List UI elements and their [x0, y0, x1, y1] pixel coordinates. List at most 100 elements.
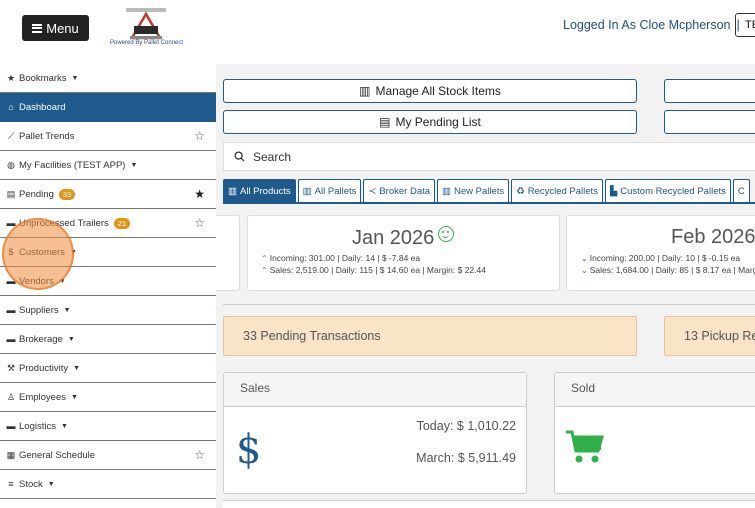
manage-stock-button[interactable]: ▥ Manage All Stock Items [223, 79, 637, 103]
sidebar-item-label: Unprocessed Trailers [19, 217, 109, 229]
sales-today: Today: $ 1,010.22 [416, 419, 516, 433]
top-bar: Menu Powered By Pallet Connect Logged In… [0, 0, 755, 64]
sidebar-item-employees[interactable]: ♙ Employees ▼ [0, 383, 216, 412]
sales-stats-text: Sales: 1,684.00 | Daily: 85 | $ 8.17 ea … [589, 265, 755, 275]
month-card-feb: Feb 2026 ⌄ Incoming: 200.00 | Daily: 10 |… [566, 215, 755, 291]
sidebar-item-suppliers[interactable]: ▬ Suppliers ▼ [0, 296, 216, 325]
month-card-jan: Jan 2026 ⌃ Incoming: 301.00 | Daily: 14 |… [247, 215, 560, 291]
bookmark-star-icon[interactable]: ☆ [194, 216, 205, 230]
star-icon: ★ [6, 73, 16, 83]
caret-down-icon: ▼ [73, 364, 81, 372]
sales-panel-title: Sales [224, 373, 526, 407]
sidebar-item-pallet-trends[interactable]: ⟋ Pallet Trends ☆ [0, 122, 216, 151]
chevron-down-icon: ⌄ [581, 254, 588, 263]
month-title-text: Jan 2026 [352, 227, 435, 249]
logged-in-user[interactable]: Logged In As Cloe Mcpherson | [563, 18, 740, 32]
tab-label: All Products [239, 185, 291, 197]
sales-panel: Sales $ Today: $ 1,010.22 March: $ 5,911… [223, 372, 527, 494]
sidebar-item-productivity[interactable]: ⚒ Productivity ▼ [0, 354, 216, 383]
sales-stats-text: Sales: 2,519.00 | Daily: 115 | $ 14.60 e… [269, 265, 486, 275]
sidebar-item-label: Brokerage [19, 333, 63, 345]
menu-label: Menu [46, 20, 79, 36]
tab-all-pallets[interactable]: ▥ All Pallets [297, 179, 362, 202]
sidebar-item-label: Customers [19, 246, 65, 258]
tab-underline [223, 202, 755, 204]
menu-button[interactable]: Menu [22, 15, 89, 41]
home-icon: ⌂ [8, 102, 14, 112]
sidebar-item-customers[interactable]: $ Customers ▼ [0, 238, 216, 267]
incoming-stats: ⌃ Incoming: 301.00 | Daily: 14 | $ -7.84 … [261, 253, 420, 263]
incoming-stats-text: Incoming: 301.00 | Daily: 14 | $ -7.84 e… [269, 253, 421, 263]
sales-stats: ⌄ Sales: 1,684.00 | Daily: 85 | $ 8.17 ea… [581, 265, 755, 275]
product-tabs: ▥ All Products ▥ All Pallets ≺ Broker Da… [223, 179, 755, 203]
dollar-icon: $ [236, 427, 262, 473]
sidebar-item-bookmarks[interactable]: ★ Bookmarks ▼ [0, 64, 216, 93]
sidebar-item-logistics[interactable]: ▬ Logistics ▼ [0, 412, 216, 441]
caret-down-icon: ▼ [130, 161, 138, 169]
caret-down-icon: ▼ [47, 480, 55, 488]
sidebar-item-label: Bookmarks [19, 72, 67, 84]
pallet-stack-icon: ▥ [442, 185, 452, 197]
chevron-up-icon: ⌃ [261, 254, 268, 263]
sidebar-item-label: Pending [19, 188, 54, 200]
sidebar-item-label: Dashboard [19, 101, 66, 113]
secondary-action-button-2[interactable] [664, 110, 755, 134]
bookmark-star-icon[interactable]: ☆ [194, 448, 205, 462]
tab-label: All Pallets [314, 185, 357, 197]
pallet-stack-icon: ▥ [302, 185, 312, 197]
secondary-action-button[interactable] [664, 79, 755, 103]
tab-label: Recycled Pallets [527, 185, 598, 197]
sold-panel-title: Sold [555, 373, 755, 407]
month-title: Feb 2026 [671, 226, 755, 249]
sidebar-item-label: Stock [19, 478, 43, 490]
manage-stock-label: Manage All Stock Items [375, 84, 501, 98]
pending-transactions-alert[interactable]: 33 Pending Transactions [223, 316, 637, 356]
search-icon [234, 151, 245, 162]
bookmark-star-icon[interactable]: ☆ [194, 129, 205, 143]
sidebar-item-label: General Schedule [19, 449, 96, 461]
search-bar[interactable]: Search [223, 142, 755, 171]
sidebar-item-unprocessed-trailers[interactable]: ▬ Unprocessed Trailers 21 ☆ [0, 209, 216, 238]
facility-select[interactable]: TE [735, 13, 755, 37]
tab-broker-data[interactable]: ≺ Broker Data [363, 179, 436, 202]
bookmark-star-filled-icon[interactable]: ★ [194, 187, 205, 201]
incoming-stats: ⌄ Incoming: 200.00 | Daily: 10 | $ -0.15 … [581, 253, 740, 263]
pending-list-button[interactable]: ▤ My Pending List [223, 110, 637, 134]
sidebar-item-my-facilities[interactable]: ◍ My Facilities (TEST APP) ▼ [0, 151, 216, 180]
calendar-icon: ▦ [6, 450, 16, 460]
bar-chart-icon: ▙ [609, 185, 618, 197]
month-title: Jan 2026 [352, 226, 455, 250]
tab-new-pallets[interactable]: ▥ New Pallets [437, 179, 510, 202]
sidebar-item-pending[interactable]: ▤ Pending 33 ★ [0, 180, 216, 209]
tab-custom-recycled-pallets[interactable]: ▙ Custom Recycled Pallets [604, 179, 731, 202]
sidebar-item-vendors[interactable]: ▬ Vendors ▼ [0, 267, 216, 296]
sidebar-item-stock[interactable]: ≡ Stock ▼ [0, 470, 216, 499]
logo-tagline: Powered By Pallet Connect [110, 40, 184, 46]
sidebar-item-dashboard[interactable]: ⌂ Dashboard [0, 93, 216, 122]
sidebar-item-general-schedule[interactable]: ▦ General Schedule ☆ [0, 441, 216, 470]
section-divider [223, 304, 755, 305]
person-icon: ♙ [6, 392, 16, 402]
smile-icon [438, 226, 455, 242]
sidebar-item-label: Suppliers [19, 304, 59, 316]
tab-label: New Pallets [454, 185, 505, 197]
pickup-requests-alert[interactable]: 13 Pickup Requests [664, 316, 755, 356]
truck-icon: ▬ [6, 218, 16, 228]
tab-label: Custom Recycled Pallets [620, 185, 726, 197]
tab-more[interactable]: C [732, 179, 750, 202]
sidebar-item-label: My Facilities (TEST APP) [19, 159, 126, 171]
sidebar-item-brokerage[interactable]: ▬ Brokerage ▼ [0, 325, 216, 354]
clipboard-icon: ▤ [379, 115, 391, 129]
tab-all-products[interactable]: ▥ All Products [223, 179, 296, 202]
caret-down-icon: ▼ [71, 74, 79, 82]
truck-icon: ▬ [6, 334, 16, 344]
main-content: ▥ Manage All Stock Items ▤ My Pending Li… [216, 64, 755, 508]
tab-label: C [737, 185, 745, 197]
truck-icon: ▬ [6, 421, 16, 431]
pallet-icon: ≡ [8, 479, 14, 489]
chart-icon: ⟋ [7, 131, 15, 141]
logged-in-text[interactable]: Logged In As Cloe Mcpherson [563, 18, 730, 32]
tab-recycled-pallets[interactable]: ♻ Recycled Pallets [511, 179, 603, 202]
caret-down-icon: ▼ [63, 306, 71, 314]
sidebar: ★ Bookmarks ▼ ⌂ Dashboard ⟋ Pallet Trend… [0, 64, 216, 508]
